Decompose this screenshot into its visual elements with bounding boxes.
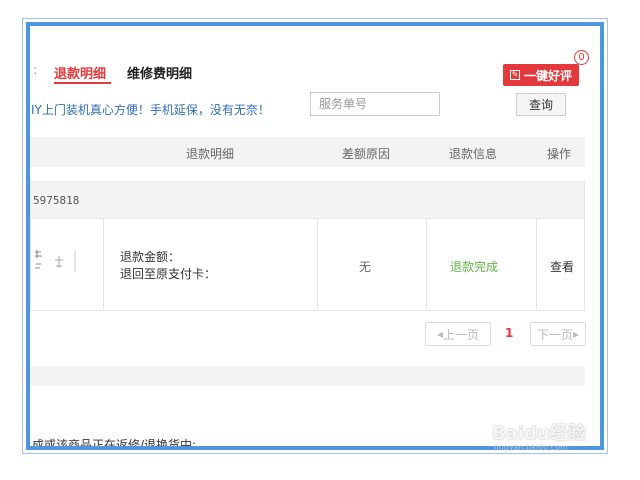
baidu-jingyan-watermark: Baidu经验 jingyan.baidu.com	[492, 405, 610, 465]
refund-card-label: 退回至原支付卡：	[120, 267, 217, 281]
tab-repair-fee-details[interactable]: 维修费明细	[127, 63, 192, 82]
watermark-url: jingyan.baidu.com	[494, 443, 568, 452]
edit-icon: ✎	[509, 70, 520, 80]
one-click-review-button[interactable]: ✎ 一键好评	[503, 64, 579, 86]
header-difference-reason: 差额原因	[342, 147, 391, 161]
order-number: 5975818	[33, 194, 80, 207]
header-refund-details: 退款明细	[186, 147, 235, 161]
current-page-number: 1	[505, 326, 514, 340]
refund-amount-label: 退款金额：	[120, 250, 181, 264]
promo-link[interactable]: IY上门装机真心方便！手机延保，没有无奈！	[31, 101, 270, 118]
service-number-search-input[interactable]	[310, 92, 440, 116]
bottom-note-text: 成或该商品正在返修/退换货中:	[32, 438, 197, 450]
column-divider	[536, 218, 537, 310]
one-click-review-label: 一键好评	[523, 68, 572, 83]
order-info-bar: 5975818	[30, 181, 585, 219]
prev-page-button[interactable]: ◂ 上一页	[425, 322, 491, 346]
tab-fragment: :	[33, 63, 38, 78]
prev-page-label: 上一页	[443, 327, 480, 342]
active-tab-underline	[54, 82, 111, 84]
product-thumbnail-icon[interactable]	[33, 246, 93, 276]
section-divider-band	[30, 366, 585, 386]
chevron-right-icon: ▸	[572, 327, 580, 341]
screenshot-frame: : 退款明细 维修费明细 ✎ 一键好评 0 IY上门装机真心方便！手机延保，没有…	[26, 22, 604, 450]
table-row: 退款金额： 退回至原支付卡： 无 退款完成 查看	[30, 218, 585, 311]
column-divider	[426, 218, 427, 310]
header-action: 操作	[547, 147, 572, 161]
watermark-text: Baidu经验	[492, 423, 586, 444]
next-page-label: 下一页	[536, 327, 573, 342]
view-link[interactable]: 查看	[550, 258, 574, 275]
search-button[interactable]: 查询	[516, 93, 566, 116]
tab-refund-details[interactable]: 退款明细	[54, 63, 106, 82]
refund-status: 退款完成	[450, 260, 499, 274]
difference-reason-value: 无	[359, 260, 372, 274]
review-count-badge: 0	[574, 50, 589, 65]
column-divider	[103, 218, 104, 310]
table-header: 退款明细 差额原因 退款信息 操作	[30, 137, 585, 167]
next-page-button[interactable]: 下一页 ▸	[530, 322, 586, 346]
header-refund-info: 退款信息	[449, 147, 498, 161]
column-divider	[317, 218, 318, 310]
